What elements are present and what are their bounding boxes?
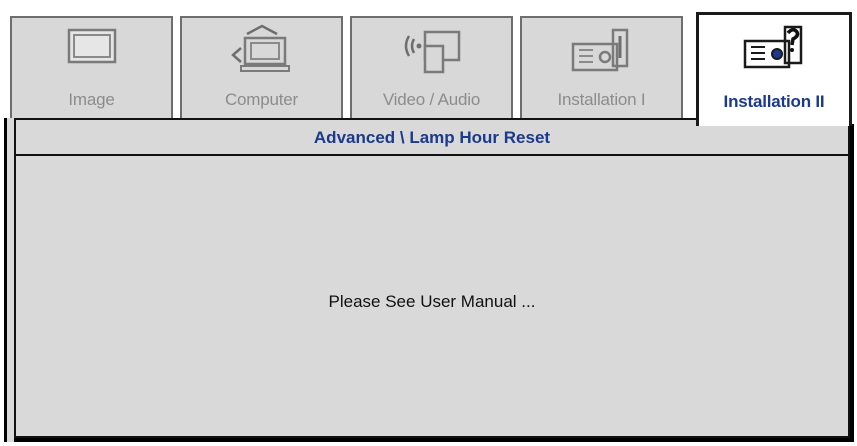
projector-help-icon bbox=[743, 25, 803, 69]
tab-installation-2[interactable]: Installation II bbox=[696, 12, 852, 126]
tab-label: Computer bbox=[224, 90, 299, 109]
tab-installation-1[interactable]: Installation I bbox=[520, 16, 683, 122]
tab-label: Installation I bbox=[557, 90, 646, 109]
video-audio-icon bbox=[404, 30, 460, 74]
tab-label: Image bbox=[68, 90, 115, 109]
monitor-icon bbox=[67, 28, 116, 64]
tab-image[interactable]: Image bbox=[10, 16, 173, 122]
computer-icon bbox=[230, 24, 290, 72]
tab-bar: Image Computer Video / Audio Installatio… bbox=[4, 6, 854, 126]
tab-video-audio[interactable]: Video / Audio bbox=[350, 16, 513, 122]
tab-label: Installation II bbox=[723, 92, 825, 111]
tab-computer[interactable]: Computer bbox=[180, 16, 343, 122]
tab-label: Video / Audio bbox=[382, 90, 481, 109]
panel-edge bbox=[4, 118, 14, 442]
content-panel: Advanced \ Lamp Hour Reset Please See Us… bbox=[14, 118, 850, 438]
projector-icon bbox=[571, 28, 628, 72]
info-message: Please See User Manual ... bbox=[328, 292, 536, 311]
